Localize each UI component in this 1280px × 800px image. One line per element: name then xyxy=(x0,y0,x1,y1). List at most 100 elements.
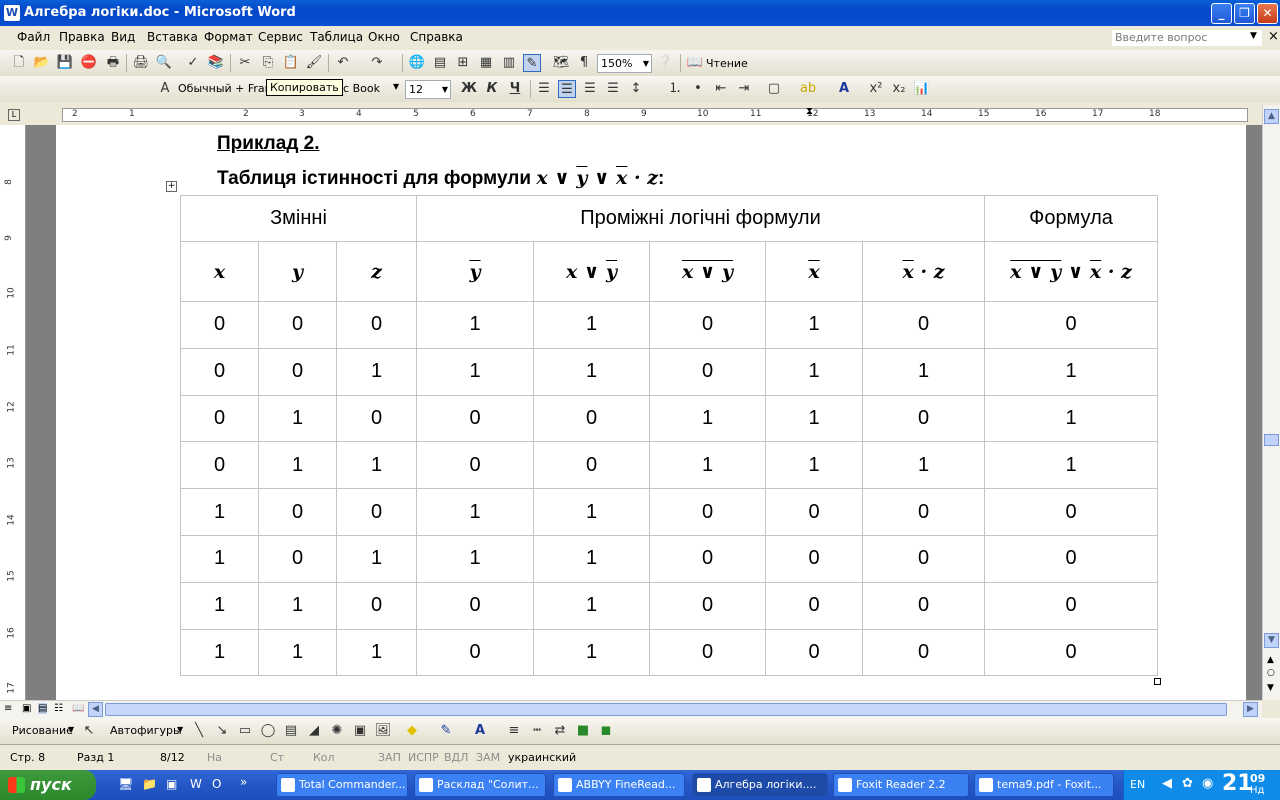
picture-icon[interactable]: 🖼 xyxy=(374,722,392,740)
menu-format[interactable]: Формат xyxy=(204,30,253,44)
table-cell[interactable]: 1 xyxy=(533,488,650,536)
align-center-icon[interactable]: ☰ xyxy=(558,80,576,98)
table-cell[interactable]: 1 xyxy=(533,628,650,677)
reading-view-icon[interactable]: 📖 xyxy=(72,703,84,714)
table-cell[interactable]: 0 xyxy=(416,581,534,630)
table-cell[interactable]: 1 xyxy=(336,534,417,583)
arrow-style-icon[interactable]: ⇄ xyxy=(551,722,569,740)
scroll-up-icon[interactable]: ▲ xyxy=(1264,109,1279,124)
numbering-icon[interactable]: ⒈ xyxy=(666,80,684,98)
menu-table[interactable]: Таблица xyxy=(310,30,363,44)
menu-tools[interactable]: Сервис xyxy=(258,30,303,44)
table-cell[interactable]: 1 xyxy=(180,581,259,630)
table-cell[interactable]: 1 xyxy=(180,534,259,583)
subscript-icon[interactable]: x₂ xyxy=(890,80,908,98)
cut-icon[interactable]: ✂ xyxy=(236,54,254,72)
spelling-icon[interactable]: 🔍 xyxy=(155,54,173,72)
oval-icon[interactable]: ◯ xyxy=(259,722,277,740)
document-map-icon[interactable]: 🗺 xyxy=(552,54,570,72)
table-cell[interactable]: 1 xyxy=(258,441,337,490)
table-cell[interactable]: 1 xyxy=(258,394,337,443)
col-header-x-or-not-y[interactable]: x ∨ y xyxy=(533,241,650,302)
table-resize-handle[interactable] xyxy=(1154,678,1161,685)
group-header-formula[interactable]: Формула xyxy=(984,195,1158,242)
align-left-icon[interactable]: ☰ xyxy=(535,80,553,98)
table-cell[interactable]: 0 xyxy=(862,488,985,536)
start-button[interactable]: пуск xyxy=(0,770,96,800)
task-solitaire[interactable]: Расклад "Солит... xyxy=(414,773,546,797)
copy-icon[interactable]: ⎘ xyxy=(259,54,277,72)
indent-marker-icon[interactable]: ⧗ xyxy=(806,106,813,117)
table-cell[interactable]: 0 xyxy=(649,301,766,349)
table-cell[interactable]: 1 xyxy=(416,488,534,536)
underline-icon[interactable]: Ч xyxy=(506,80,524,98)
line-icon[interactable]: ╲ xyxy=(190,722,208,740)
status-record[interactable]: ЗАП xyxy=(378,751,401,764)
table-cell[interactable]: 0 xyxy=(765,581,863,630)
col-header-z[interactable]: z xyxy=(336,241,417,302)
task-abbyy[interactable]: ABBYY FineRead... xyxy=(553,773,685,797)
table-cell[interactable]: 1 xyxy=(533,347,650,396)
print-preview-icon[interactable]: 🖨 xyxy=(132,54,150,72)
col-header-y[interactable]: y xyxy=(258,241,337,302)
close-doc-icon[interactable]: × xyxy=(1268,29,1279,44)
table-cell[interactable]: 1 xyxy=(649,441,766,490)
menu-insert[interactable]: Вставка xyxy=(147,30,198,44)
table-cell[interactable]: 1 xyxy=(984,441,1158,490)
read-button[interactable]: Чтение xyxy=(706,57,748,70)
menu-window[interactable]: Окно xyxy=(368,30,400,44)
table-cell[interactable]: 0 xyxy=(984,628,1158,677)
table-cell[interactable]: 0 xyxy=(180,394,259,443)
rectangle-icon[interactable]: ▭ xyxy=(236,722,254,740)
arrow-icon[interactable]: ↘ xyxy=(213,722,231,740)
vertical-scrollbar[interactable]: ▲ ▼ ▲ ○ ▼ xyxy=(1262,105,1280,700)
table-cell[interactable]: 0 xyxy=(258,488,337,536)
task-foxit-reader[interactable]: Foxit Reader 2.2 xyxy=(833,773,969,797)
restore-button[interactable]: ❐ xyxy=(1234,3,1255,24)
menu-help[interactable]: Справка xyxy=(410,30,463,44)
table-cell[interactable]: 1 xyxy=(765,441,863,490)
table-cell[interactable]: 1 xyxy=(765,301,863,349)
print-icon[interactable]: 🖶 xyxy=(104,54,122,72)
bold-icon[interactable]: Ж xyxy=(460,80,478,98)
table-cell[interactable]: 1 xyxy=(258,628,337,677)
table-cell[interactable]: 1 xyxy=(416,301,534,349)
wordart-icon[interactable]: ◢ xyxy=(305,722,323,740)
clipart-icon[interactable]: ▣ xyxy=(351,722,369,740)
table-cell[interactable]: 0 xyxy=(765,628,863,677)
table-cell[interactable]: 0 xyxy=(862,581,985,630)
paste-icon[interactable]: 📋 xyxy=(282,54,300,72)
status-extend[interactable]: ВДЛ xyxy=(444,751,468,764)
drawing-icon[interactable]: ✎ xyxy=(523,54,541,72)
table-cell[interactable]: 1 xyxy=(416,534,534,583)
chevron-down-icon[interactable]: ▼ xyxy=(177,725,183,734)
tray-network-icon[interactable]: ✿ xyxy=(1182,776,1193,791)
align-right-icon[interactable]: ☰ xyxy=(581,80,599,98)
menu-edit[interactable]: Правка xyxy=(59,30,105,44)
previous-page-icon[interactable]: ▲ xyxy=(1267,655,1274,665)
scroll-right-icon[interactable]: ▶ xyxy=(1243,702,1258,717)
table-cell[interactable]: 0 xyxy=(649,581,766,630)
scroll-left-icon[interactable]: ◀ xyxy=(88,702,103,717)
col-header-formula[interactable]: x ∨ y ∨ x · z xyxy=(984,241,1158,302)
line-style-icon[interactable]: ≡ xyxy=(505,722,523,740)
save-icon[interactable]: 💾 xyxy=(56,54,74,72)
table-cell[interactable]: 1 xyxy=(180,628,259,677)
textbox-icon[interactable]: ▤ xyxy=(282,722,300,740)
table-cell[interactable]: 0 xyxy=(649,347,766,396)
tray-back-icon[interactable]: ◀ xyxy=(1162,776,1172,791)
quicklaunch-folder-icon[interactable]: 📁 xyxy=(142,777,157,791)
autoshapes-menu-button[interactable]: Автофигуры xyxy=(110,724,182,737)
close-button[interactable]: ✕ xyxy=(1257,3,1278,24)
hyperlink-icon[interactable]: 🌐 xyxy=(408,54,426,72)
superscript-icon[interactable]: x² xyxy=(867,80,885,98)
table-cell[interactable]: 1 xyxy=(862,347,985,396)
table-cell[interactable]: 0 xyxy=(416,394,534,443)
menu-view[interactable]: Вид xyxy=(111,30,135,44)
group-header-variables[interactable]: Змінні xyxy=(180,195,417,242)
font-color-icon[interactable]: A xyxy=(835,80,853,98)
col-header-not-x-or-not-y[interactable]: x ∨ y xyxy=(649,241,766,302)
browse-object-icon[interactable]: ○ xyxy=(1267,668,1275,678)
font-size-select[interactable]: 12 ▼ xyxy=(405,80,451,99)
print-layout-icon[interactable]: ▤ xyxy=(38,703,48,714)
